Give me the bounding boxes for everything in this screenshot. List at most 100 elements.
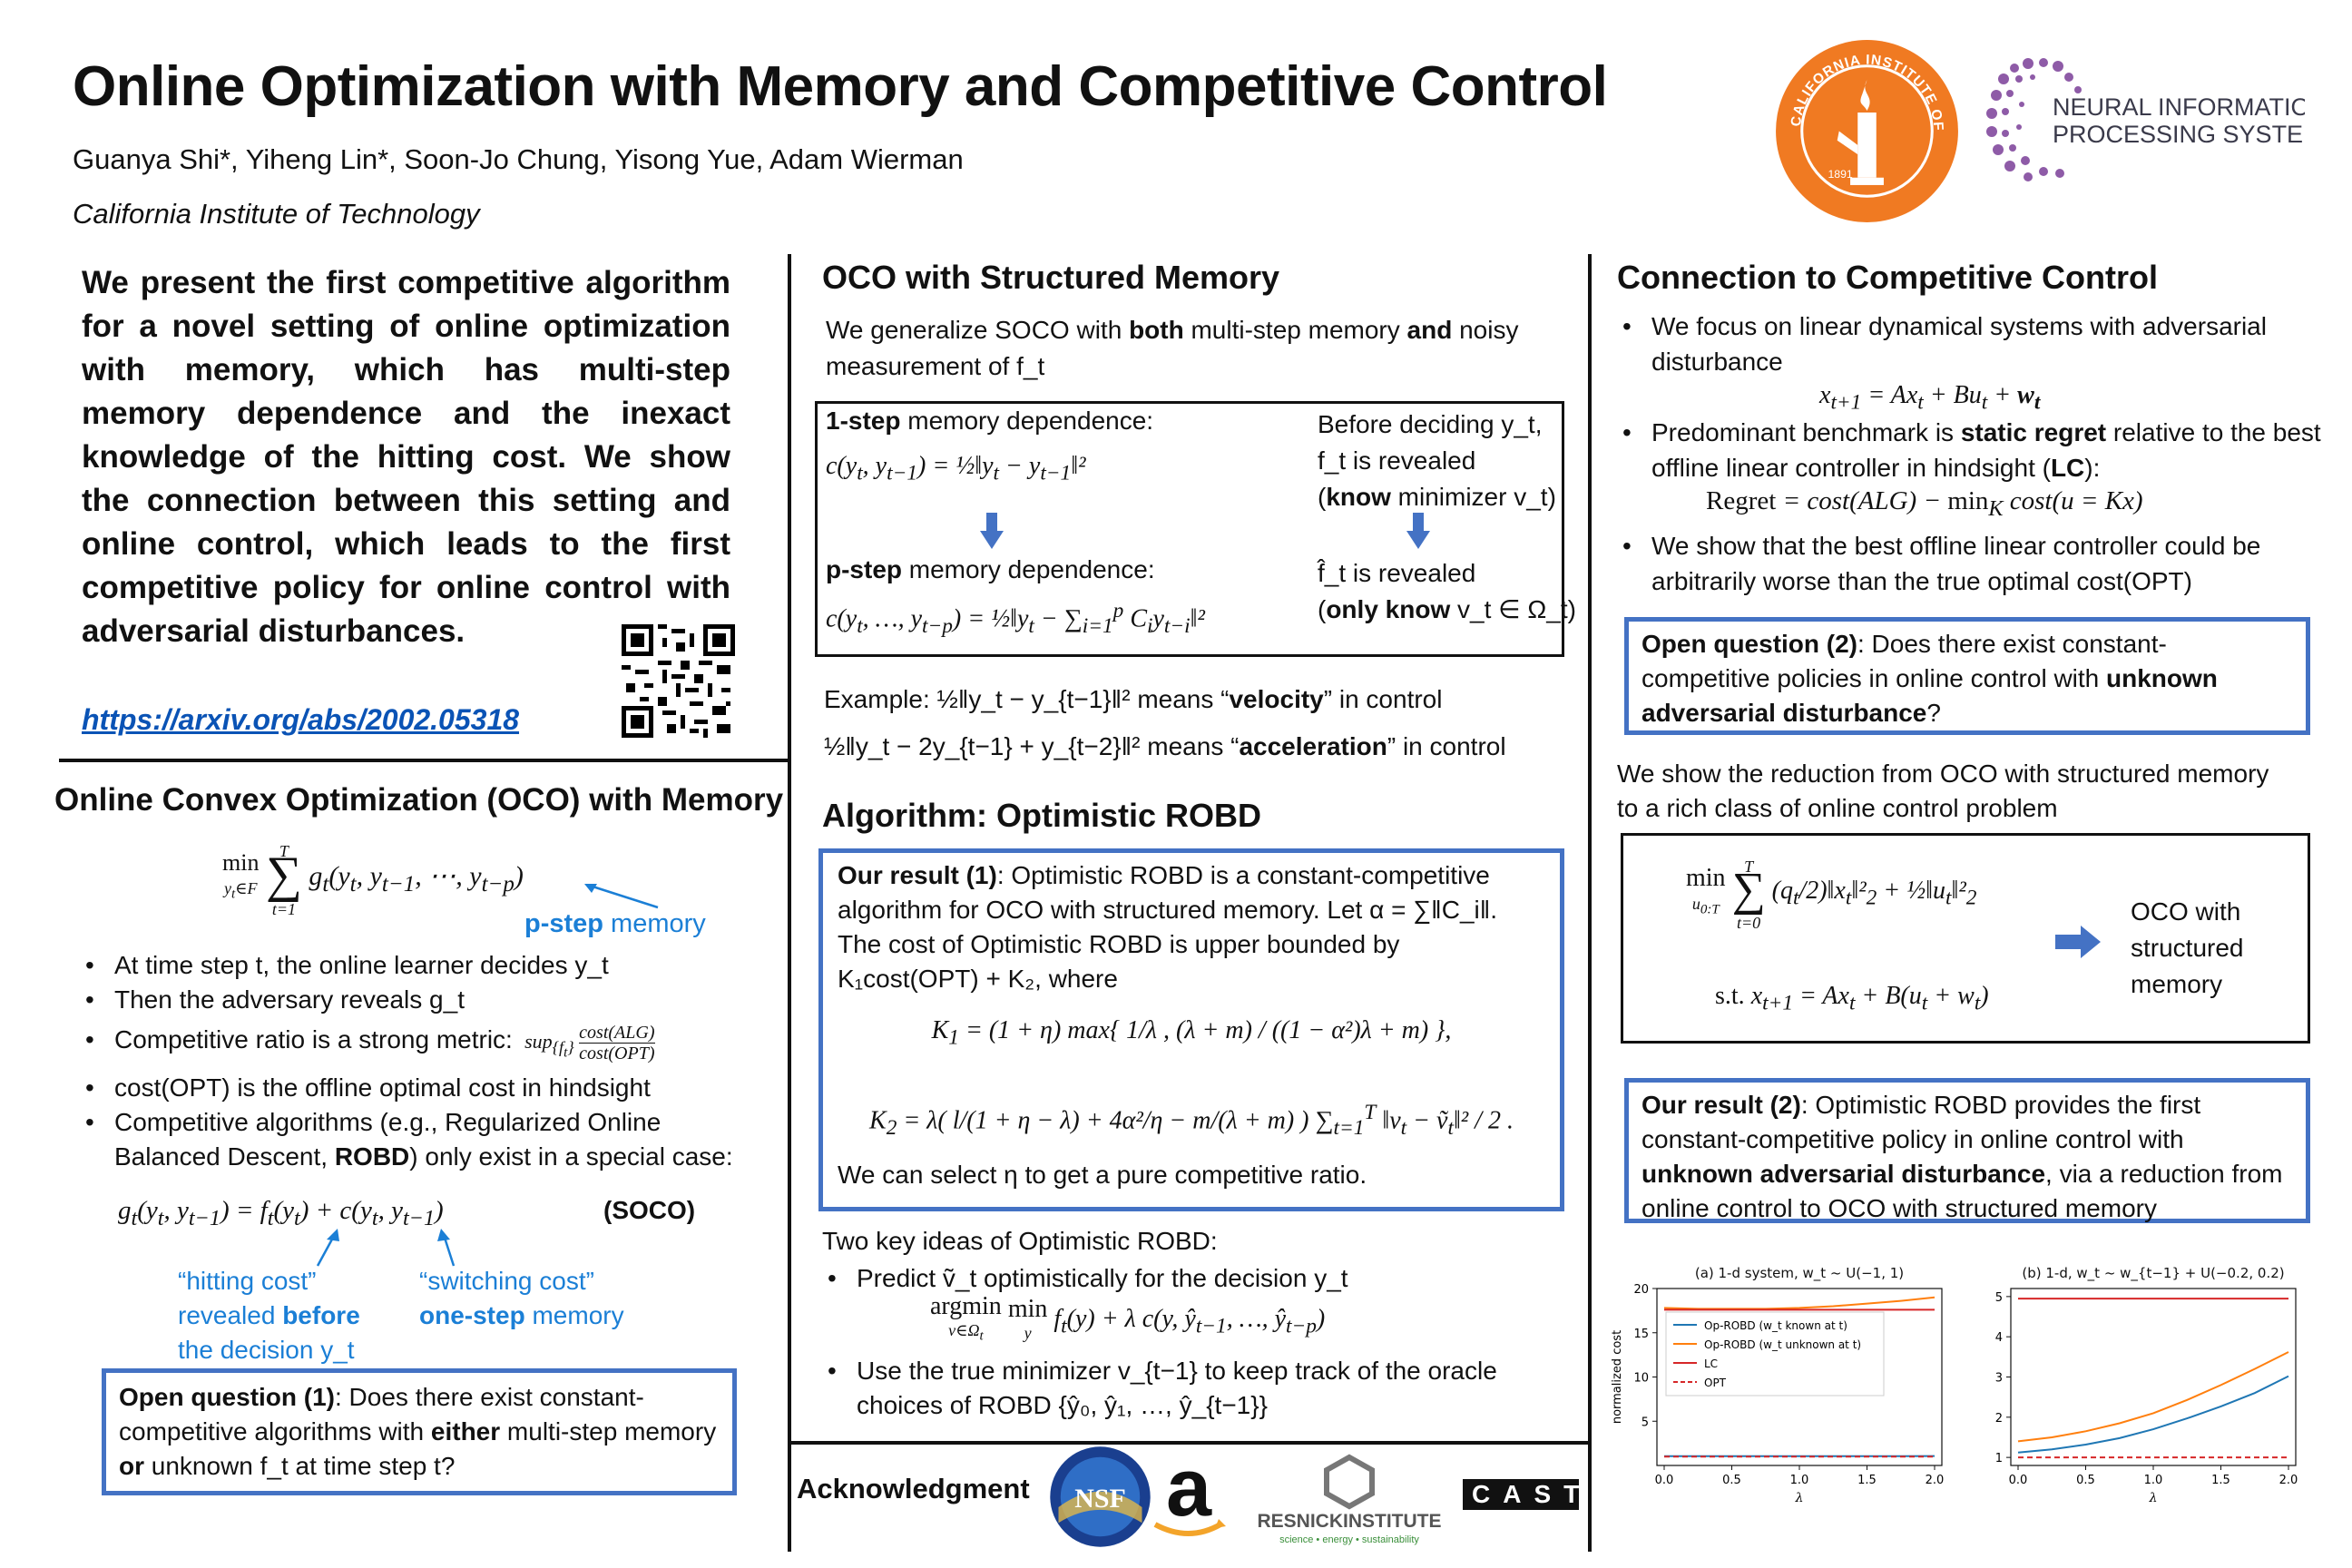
arxiv-link[interactable]: https://arxiv.org/abs/2002.05318: [82, 703, 519, 737]
example-b: ” in control: [1323, 685, 1443, 713]
example2-b: ” in control: [1387, 732, 1506, 760]
robd-label: ROBD: [334, 1142, 410, 1171]
pstep-note-bold: p-step: [524, 909, 603, 938]
legend-label: OPT: [1704, 1377, 1727, 1389]
list-item: Competitive ratio is a strong metric: su…: [80, 1023, 769, 1071]
nsf-text: NSF: [1074, 1484, 1125, 1514]
algorithm-heading: Algorithm: Optimistic ROBD: [822, 797, 1261, 834]
competitive-ratio-text: Competitive ratio is a strong metric:: [114, 1025, 513, 1054]
x-tick-label: 2.0: [2279, 1474, 2298, 1487]
structured-memory-intro: We generalize SOCO with both multi-step …: [826, 312, 1543, 385]
legend-label: Op-ROBD (w_t unknown at t): [1704, 1338, 1861, 1351]
one-step-label: 1-step memory dependence:: [826, 407, 1153, 436]
result2-disturbance: unknown adversarial disturbance: [1642, 1160, 2046, 1188]
down-arrow-icon: [1406, 513, 1430, 549]
resnick-main: RESNICKINSTITUTE: [1257, 1511, 1441, 1532]
chart-title: (b) 1-d, w_t ~ w_{t−1} + U(−0.2, 0.2): [2022, 1265, 2284, 1282]
open-q2-bold: Open question (2): [1642, 630, 1857, 658]
b4-text-b: ) only exist in a special case:: [409, 1142, 733, 1171]
intro-both: both: [1129, 316, 1184, 344]
y-tick-label: 10: [1633, 1372, 1649, 1386]
only-know-bold: only know: [1326, 595, 1451, 623]
p-step-formula: c(yt, …, yt−p) = ½‖yt − ∑i=1p Ciyt−i‖²: [826, 599, 1205, 638]
know-bold: know: [1326, 483, 1391, 511]
reduction-text: We show the reduction from OCO with stru…: [1617, 760, 2269, 822]
author-list: Guanya Shi*, Yiheng Lin*, Soon-Jo Chung,…: [73, 143, 964, 175]
p-step-bold: p-step: [826, 555, 902, 583]
hitting-note-line1: “hitting cost”: [178, 1267, 317, 1295]
y-tick-label: 5: [1642, 1416, 1649, 1429]
down-arrow-icon: [980, 513, 1004, 549]
control-constraint: s.t. xt+1 = Axt + B(ut + wt): [1715, 982, 1989, 1015]
one-step-formula: c(yt, yt−1) = ½‖yt − yt−1‖²: [826, 452, 1086, 485]
x-tick-label: 1.0: [2144, 1474, 2163, 1487]
example-velocity: velocity: [1229, 685, 1324, 713]
list-item: Use the true minimizer v_{t−1} to keep t…: [822, 1354, 1557, 1423]
k1-formula: K1 = (1 + η) max{ 1/λ , (λ + m) / ((1 − …: [931, 1016, 1452, 1050]
result1-end: We can select η to get a pure competitiv…: [838, 1161, 1367, 1189]
result1-bold: Our result (1): [838, 861, 997, 889]
static-regret: static regret: [1960, 418, 2107, 446]
y-tick-label: 20: [1633, 1283, 1649, 1297]
b2-text-a: Predominant benchmark is: [1651, 418, 1961, 446]
abstract: We present the first competitive algorit…: [82, 265, 730, 649]
open-q1-text-c: unknown f_t at time step t?: [144, 1452, 456, 1480]
plot-frame: [2010, 1288, 2297, 1466]
one-step-rest: memory dependence:: [900, 407, 1154, 435]
list-item: Competitive algorithms (e.g., Regularize…: [80, 1105, 769, 1174]
series-line-0: [2017, 1375, 2289, 1454]
y-tick-label: 1: [1995, 1452, 2003, 1465]
two-key-ideas: Two key ideas of Optimistic ROBD:: [822, 1227, 1218, 1255]
resnick-sub: science • energy • sustainability: [1279, 1534, 1419, 1545]
oco-structured-label: OCO with structured memory: [2131, 897, 2244, 998]
switching-note-onestep: one-step: [419, 1301, 525, 1329]
list-item: We show that the best offline linear con…: [1617, 528, 2325, 599]
example2-accel: acceleration: [1239, 732, 1387, 760]
ft-revealed: f_t is revealed: [1318, 446, 1476, 475]
y-tick-label: 2: [1995, 1412, 2003, 1426]
open-q2-text-c: ?: [1926, 699, 1941, 727]
know-rest: minimizer v_t): [1390, 483, 1556, 511]
legend-label: LC: [1704, 1357, 1718, 1370]
y-tick-label: 5: [1995, 1291, 2003, 1305]
cost-opt-definition: cost(OPT) is the offline optimal cost in…: [114, 1073, 651, 1102]
x-tick-label: 1.0: [1790, 1474, 1809, 1487]
k2-formula: K2 = λ( l/(1 + η − λ) + 4α²/η − m/(λ + m…: [869, 1101, 1514, 1140]
y-tick-label: 4: [1995, 1331, 2003, 1345]
x-tick-label: 1.5: [1857, 1474, 1877, 1487]
dynamics-formula: xt+1 = Axt + But + wt: [1819, 381, 2041, 415]
open-question-1-box: Open question (1): Does there exist cons…: [102, 1368, 737, 1495]
one-step-bold: 1-step: [826, 407, 901, 435]
x-axis-label: λ: [2149, 1491, 2158, 1505]
control-objective: min u0:T T ∑ t=0 (qt/2)‖xt‖²2 + ½‖ut‖²2: [1686, 858, 1977, 932]
intro-a: We generalize SOCO with: [826, 316, 1130, 344]
example-a: Example: ½‖y_t − y_{t−1}‖² means “: [824, 685, 1230, 713]
oco-objective: min yt∈F T ∑ t=1 gt(yt, yt−1, ⋯, yt−p): [222, 842, 524, 918]
series-line-1: [1663, 1296, 1936, 1310]
control-bullets-2: Predominant benchmark is static regret r…: [1617, 415, 2325, 485]
open-q1-or: or: [119, 1452, 144, 1480]
regret-formula: Regret = cost(ALG) − minK cost(u = Kx): [1706, 486, 2143, 521]
result-1-box: Our result (1): Optimistic ROBD is a con…: [818, 848, 1564, 1211]
only-know-rest: v_t ∈ Ω_t): [1450, 595, 1576, 623]
competitive-ratio-formula: sup{ft} cost(ALG) cost(OPT): [519, 1023, 655, 1064]
section-divider-col2: [788, 1441, 1588, 1445]
soco-label: (SOCO): [603, 1196, 696, 1224]
chart-title: (a) 1-d system, w_t ~ U(−1, 1): [1695, 1265, 1904, 1282]
acknowledgment-label: Acknowledgment: [797, 1473, 1030, 1504]
oco-bullet-list: At time step t, the online learner decid…: [80, 948, 769, 1174]
hitting-note-line2a: revealed: [178, 1301, 283, 1329]
qr-code[interactable]: [622, 624, 735, 738]
control-examples: Example: ½‖y_t − y_{t−1}‖² means “veloci…: [824, 676, 1506, 770]
control-bullets-3: We show that the best offline linear con…: [1617, 528, 2325, 599]
column-divider-2: [1588, 254, 1592, 1552]
b2-text-c: ):: [2084, 454, 2101, 482]
neurips-logo: NEURAL INFORMATION PROCESSING SYSTEMS: [1986, 58, 2305, 181]
example2-a: ½‖y_t − 2y_{t−1} + y_{t−2}‖² means “: [824, 732, 1240, 760]
x-axis-label: λ: [1795, 1491, 1804, 1505]
x-tick-label: 2.0: [1926, 1474, 1945, 1487]
switching-note-memory: memory: [524, 1301, 624, 1329]
right-arrow-icon: [2055, 926, 2101, 958]
y-tick-label: 15: [1633, 1328, 1649, 1341]
before-deciding: Before deciding y_t,: [1318, 410, 1543, 438]
